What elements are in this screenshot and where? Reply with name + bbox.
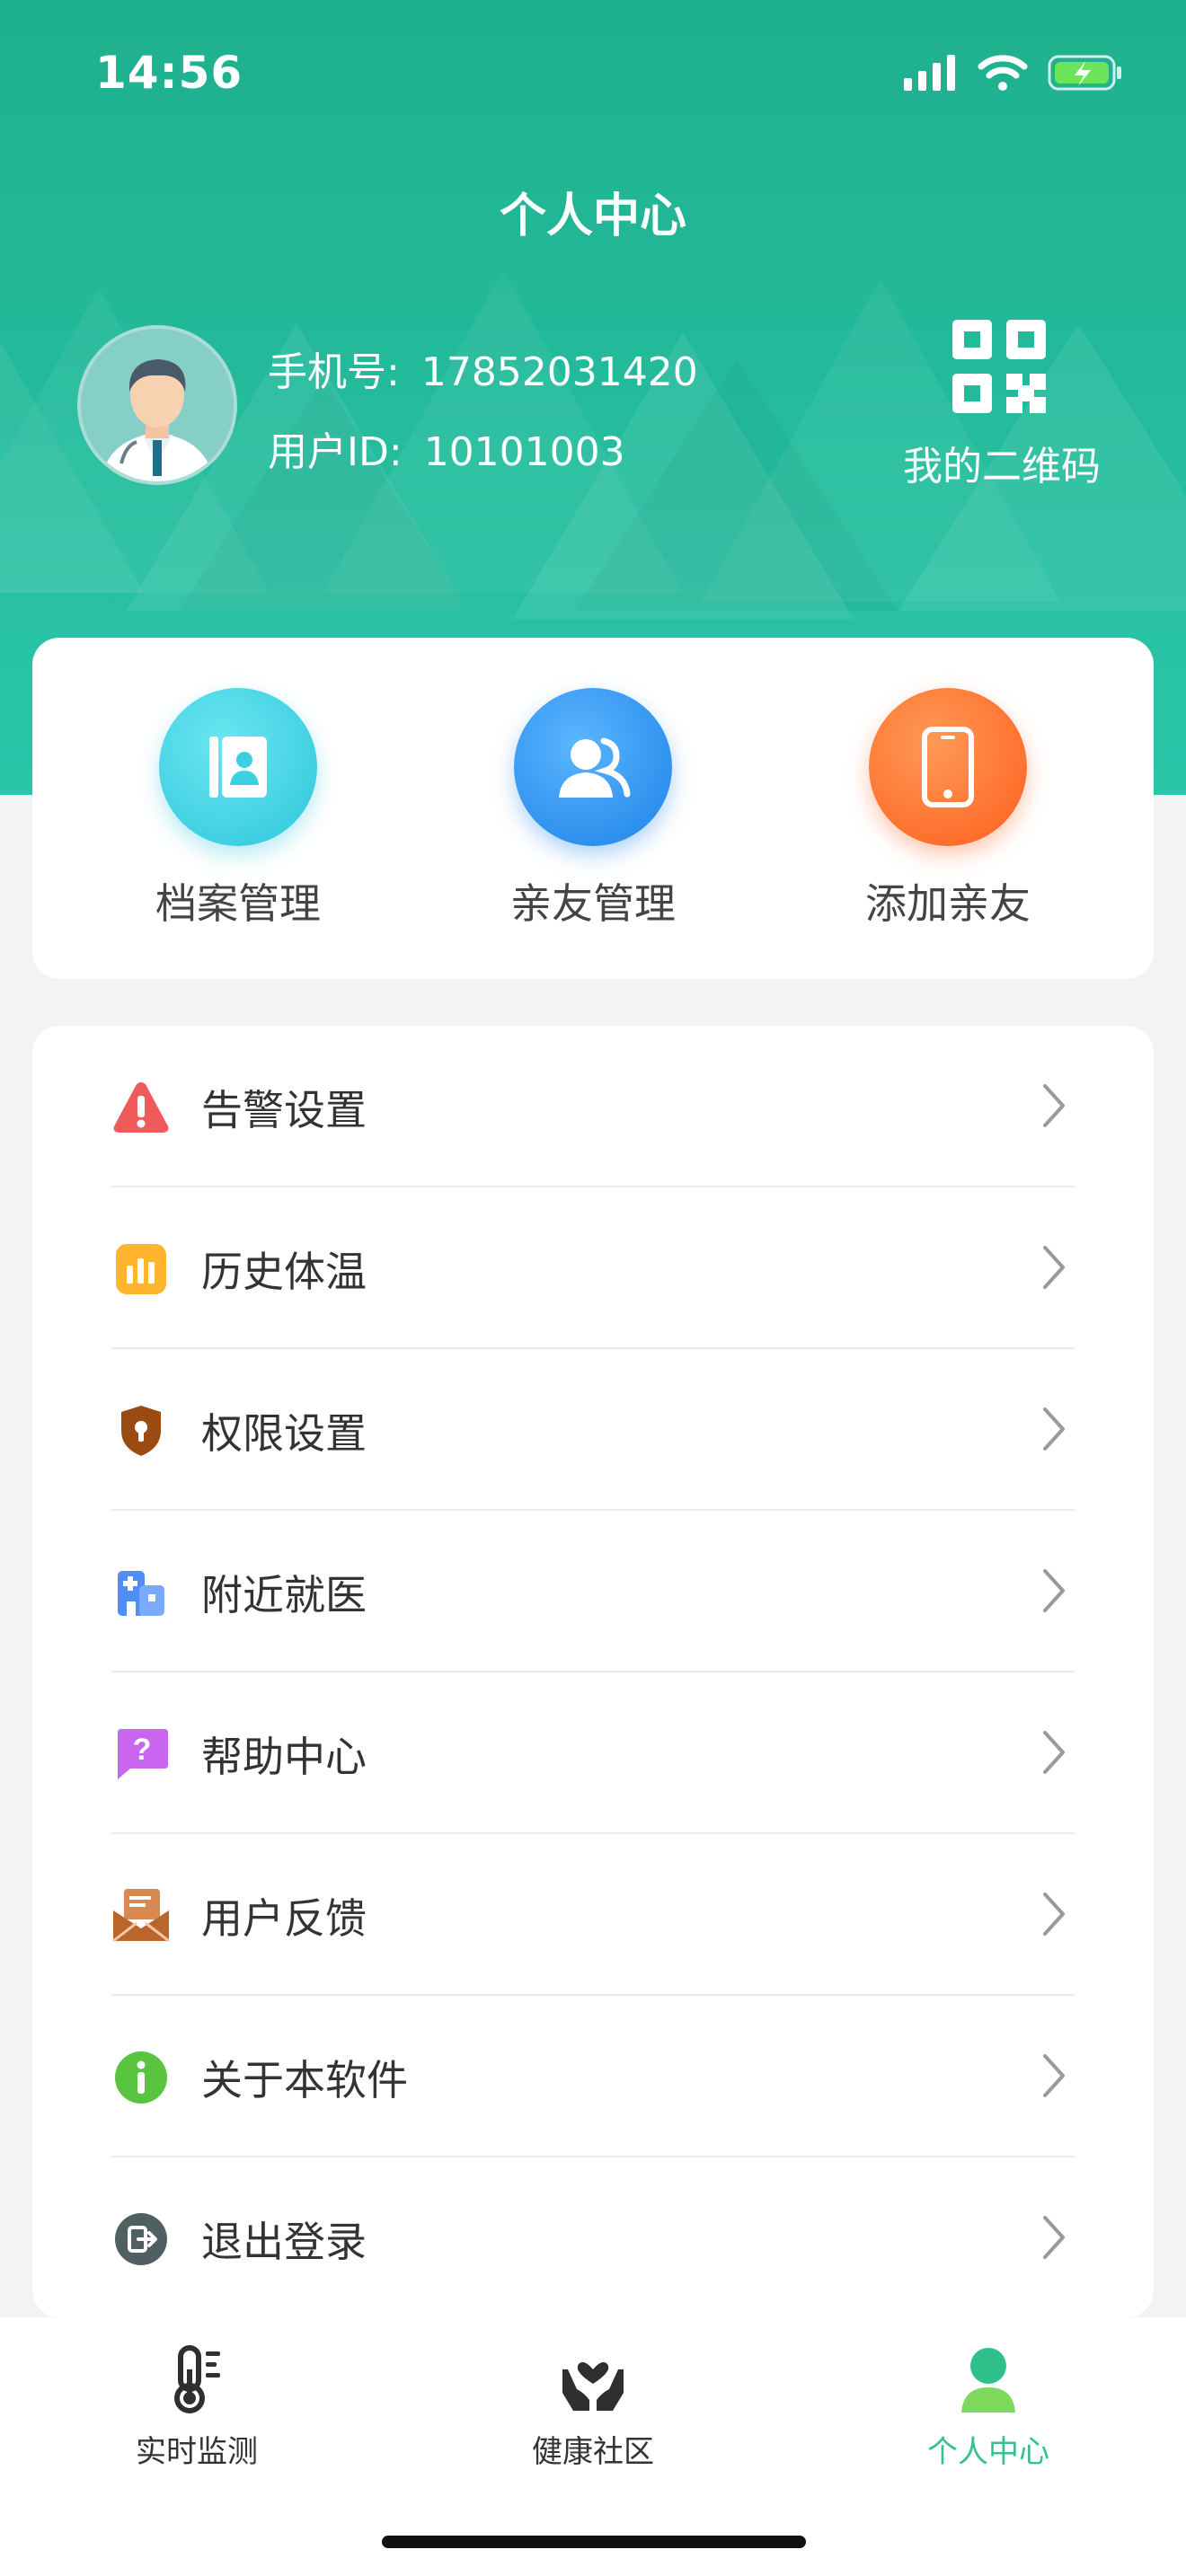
- chevron-right-icon: [1043, 1407, 1065, 1451]
- person-icon: [961, 2348, 1015, 2413]
- hospital-icon: [111, 1563, 171, 1622]
- phone-icon: [922, 727, 974, 807]
- shield-lock-icon: [111, 1401, 171, 1460]
- battery-charging-icon: [1048, 55, 1121, 91]
- chevron-right-icon: [1043, 2216, 1065, 2259]
- menu-item-permission-settings[interactable]: 权限设置: [32, 1349, 1154, 1511]
- mail-icon: [111, 1886, 171, 1945]
- quick-actions-card: 档案管理 亲友管理 添加亲友: [32, 638, 1154, 979]
- phone-value: 17852031420: [420, 349, 698, 395]
- menu-item-help-center[interactable]: ? 帮助中心: [32, 1672, 1154, 1834]
- menu-item-temperature-history[interactable]: 历史体温: [32, 1187, 1154, 1349]
- thermometer-icon: [174, 2345, 220, 2413]
- contacts-icon: [559, 737, 631, 798]
- chevron-right-icon: [1043, 1731, 1065, 1774]
- tab-health-community[interactable]: 健康社区: [458, 2342, 728, 2471]
- qr-code-icon[interactable]: [952, 320, 1046, 413]
- menu-item-user-feedback[interactable]: 用户反馈: [32, 1834, 1154, 1996]
- menu-item-label: 历史体温: [201, 1248, 367, 1296]
- menu-item-label: 告警设置: [201, 1086, 367, 1134]
- menu-item-label: 关于本软件: [201, 2056, 408, 2104]
- chart-icon: [111, 1239, 171, 1299]
- quick-action-label: 档案管理: [155, 879, 321, 928]
- tab-label: 个人中心: [927, 2434, 1049, 2470]
- tab-realtime-monitor[interactable]: 实时监测: [62, 2342, 332, 2471]
- chevron-right-icon: [1043, 1084, 1065, 1127]
- menu-item-label: 附近就医: [201, 1571, 367, 1619]
- svg-text:?: ?: [133, 1733, 152, 1767]
- menu-item-alarm-settings[interactable]: 告警设置: [32, 1026, 1154, 1187]
- menu-item-label: 退出登录: [201, 2218, 367, 2266]
- avatar[interactable]: [77, 325, 237, 485]
- quick-action-add-contact[interactable]: 添加亲友: [813, 688, 1083, 931]
- add-contact-circle: [869, 688, 1027, 846]
- chevron-right-icon: [1043, 1892, 1065, 1936]
- home-indicator: [382, 2536, 806, 2548]
- status-time: 14:56: [95, 47, 243, 99]
- chevron-right-icon: [1043, 2054, 1065, 2097]
- tab-personal-center[interactable]: 个人中心: [854, 2342, 1123, 2471]
- archive-circle: [159, 688, 317, 846]
- chevron-right-icon: [1043, 1246, 1065, 1289]
- profile-card-icon: [209, 737, 267, 798]
- userid-value: 10101003: [423, 429, 625, 475]
- phone-row: 手机号: 17852031420: [268, 340, 698, 397]
- status-icons: [904, 54, 1123, 92]
- menu-item-about[interactable]: 关于本软件: [32, 1996, 1154, 2157]
- userid-row: 用户ID: 10101003: [268, 419, 625, 477]
- tab-label: 健康社区: [532, 2434, 654, 2470]
- quick-action-label: 添加亲友: [865, 879, 1031, 928]
- wifi-icon: [978, 55, 1028, 91]
- menu-item-label: 帮助中心: [201, 1733, 367, 1781]
- qr-code-label[interactable]: 我的二维码: [863, 434, 1141, 491]
- quick-action-label: 亲友管理: [510, 879, 676, 928]
- warning-icon: [111, 1078, 171, 1137]
- quick-action-archive[interactable]: 档案管理: [103, 688, 373, 931]
- tab-label: 实时监测: [136, 2434, 258, 2470]
- info-icon: [111, 2048, 171, 2107]
- logout-icon: [111, 2210, 171, 2269]
- menu-item-label: 用户反馈: [201, 1894, 367, 1943]
- settings-menu: 告警设置 历史体温 权限设置 附近就医 ? 帮助中心 用户反馈 关于本软件 退出…: [32, 1026, 1154, 2317]
- chevron-right-icon: [1043, 1569, 1065, 1612]
- menu-item-label: 权限设置: [201, 1409, 367, 1458]
- page-title: 个人中心: [499, 190, 686, 243]
- signal-icon: [904, 55, 955, 91]
- menu-item-nearby-medical[interactable]: 附近就医: [32, 1511, 1154, 1672]
- phone-label: 手机号:: [268, 349, 400, 395]
- quick-action-contacts[interactable]: 亲友管理: [458, 688, 728, 931]
- heart-hands-icon: [562, 2362, 624, 2411]
- menu-item-logout[interactable]: 退出登录: [32, 2157, 1154, 2317]
- contacts-circle: [514, 688, 672, 846]
- doctor-avatar-icon: [81, 329, 234, 481]
- userid-label: 用户ID:: [268, 429, 403, 475]
- help-icon: ?: [111, 1725, 171, 1784]
